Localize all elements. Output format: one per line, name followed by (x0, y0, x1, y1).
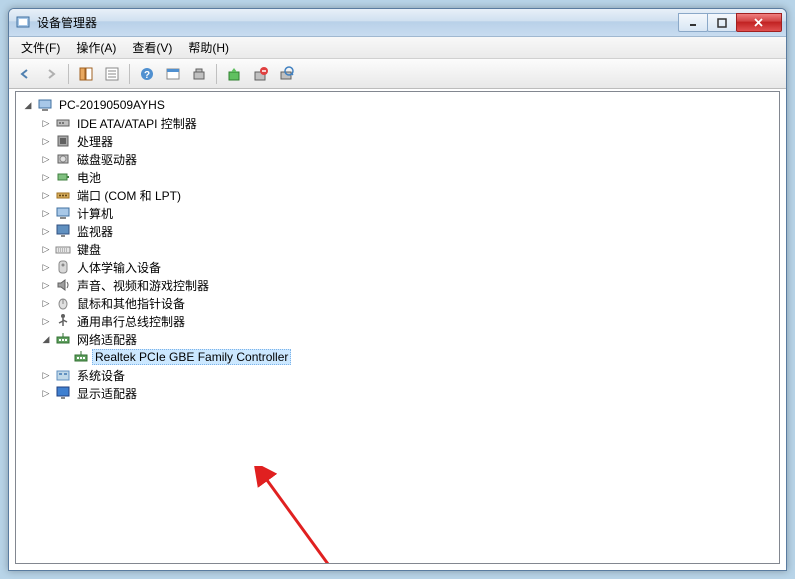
uninstall-button[interactable] (248, 62, 272, 86)
monitor-icon (55, 223, 71, 239)
tree-category[interactable]: ▷ 监视器 (18, 222, 777, 240)
forward-button[interactable] (39, 62, 63, 86)
tree-device-label: Realtek PCIe GBE Family Controller (92, 349, 291, 365)
tree-category-label: 处理器 (74, 133, 116, 150)
tree-category[interactable]: ▷ 端口 (COM 和 LPT) (18, 186, 777, 204)
expand-icon[interactable]: ▷ (38, 313, 54, 329)
menu-help[interactable]: 帮助(H) (180, 37, 237, 58)
tree-category[interactable]: ▷ IDE ATA/ATAPI 控制器 (18, 114, 777, 132)
tree-category[interactable]: ▷ 鼠标和其他指针设备 (18, 294, 777, 312)
system-icon (55, 367, 71, 383)
menubar: 文件(F) 操作(A) 查看(V) 帮助(H) (9, 37, 786, 59)
battery-icon (55, 169, 71, 185)
mouse-icon (55, 295, 71, 311)
expand-icon[interactable]: ▷ (38, 187, 54, 203)
window-icon (15, 15, 31, 31)
scan-hardware-button[interactable] (274, 62, 298, 86)
device-tree-panel[interactable]: ◢PC-20190509AYHS▷IDE ATA/ATAPI 控制器▷处理器▷磁… (15, 91, 780, 564)
toolbar-separator (68, 64, 69, 84)
tree-category-label: 声音、视频和游戏控制器 (74, 277, 212, 294)
properties-button[interactable] (100, 62, 124, 86)
expand-icon[interactable]: ◢ (38, 331, 54, 347)
tree-category[interactable]: ▷ 人体学输入设备 (18, 258, 777, 276)
tree-category[interactable]: ◢ 网络适配器 (18, 330, 777, 348)
tree-category[interactable]: ▷ 处理器 (18, 132, 777, 150)
action-button[interactable] (161, 62, 185, 86)
toolbar-separator (216, 64, 217, 84)
menu-file[interactable]: 文件(F) (13, 37, 68, 58)
tree-category[interactable]: ▷ 电池 (18, 168, 777, 186)
expand-icon[interactable]: ▷ (38, 205, 54, 221)
show-hide-tree-button[interactable] (74, 62, 98, 86)
cpu-icon (55, 133, 71, 149)
tree-category[interactable]: ▷ 系统设备 (18, 366, 777, 384)
device-manager-window: 设备管理器 文件(F) 操作(A) 查看(V) 帮助(H) ? (8, 8, 787, 571)
tree-category-label: 端口 (COM 和 LPT) (74, 187, 184, 204)
tree-category[interactable]: ▷ 键盘 (18, 240, 777, 258)
expand-icon[interactable]: ▷ (38, 277, 54, 293)
tree-category[interactable]: ▷ 声音、视频和游戏控制器 (18, 276, 777, 294)
display-icon (55, 385, 71, 401)
tree-category[interactable]: ▷ 计算机 (18, 204, 777, 222)
tree-category-label: 电池 (74, 169, 104, 186)
expand-icon[interactable]: ▷ (38, 151, 54, 167)
tree-category-label: 人体学输入设备 (74, 259, 164, 276)
titlebar[interactable]: 设备管理器 (9, 9, 786, 37)
tree-category-label: 监视器 (74, 223, 116, 240)
tree-category-label: 键盘 (74, 241, 104, 258)
tree-root-label: PC-20190509AYHS (56, 98, 168, 112)
sound-icon (55, 277, 71, 293)
tree-category[interactable]: ▷ 显示适配器 (18, 384, 777, 402)
tree-category[interactable]: ▷ 通用串行总线控制器 (18, 312, 777, 330)
computer-icon (55, 205, 71, 221)
tree-device[interactable]: Realtek PCIe GBE Family Controller (18, 348, 777, 366)
tree-category-label: 网络适配器 (74, 331, 140, 348)
computer-icon (37, 97, 53, 113)
tree-category-label: 系统设备 (74, 367, 128, 384)
toolbar-separator (129, 64, 130, 84)
tree-category-label: 显示适配器 (74, 385, 140, 402)
back-button[interactable] (13, 62, 37, 86)
expand-icon[interactable]: ▷ (38, 367, 54, 383)
expand-icon[interactable]: ▷ (38, 295, 54, 311)
expand-icon[interactable]: ▷ (38, 223, 54, 239)
maximize-button[interactable] (707, 13, 737, 32)
tree-category-label: IDE ATA/ATAPI 控制器 (74, 115, 200, 132)
collapse-icon[interactable]: ◢ (20, 97, 36, 113)
help-button[interactable]: ? (135, 62, 159, 86)
tree-category-label: 鼠标和其他指针设备 (74, 295, 188, 312)
tree-category-label: 通用串行总线控制器 (74, 313, 188, 330)
network-icon (73, 349, 89, 365)
scan-button[interactable] (187, 62, 211, 86)
tree-root[interactable]: ◢ PC-20190509AYHS (18, 96, 777, 114)
expand-icon[interactable]: ▷ (38, 133, 54, 149)
menu-action[interactable]: 操作(A) (68, 37, 124, 58)
window-controls (679, 13, 782, 32)
expand-icon[interactable]: ▷ (38, 241, 54, 257)
update-driver-button[interactable] (222, 62, 246, 86)
toolbar: ? (9, 59, 786, 89)
minimize-button[interactable] (678, 13, 708, 32)
port-icon (55, 187, 71, 203)
expand-icon[interactable]: ▷ (38, 385, 54, 401)
ide-icon (55, 115, 71, 131)
tree-category-label: 计算机 (74, 205, 116, 222)
usb-icon (55, 313, 71, 329)
arrow-annotation (254, 466, 454, 564)
disk-icon (55, 151, 71, 167)
expand-icon[interactable]: ▷ (38, 259, 54, 275)
menu-view[interactable]: 查看(V) (124, 37, 180, 58)
expand-icon[interactable]: ▷ (38, 169, 54, 185)
keyboard-icon (55, 241, 71, 257)
hid-icon (55, 259, 71, 275)
expand-icon[interactable]: ▷ (38, 115, 54, 131)
network-icon (55, 331, 71, 347)
close-button[interactable] (736, 13, 782, 32)
svg-text:?: ? (144, 70, 150, 81)
tree-category[interactable]: ▷ 磁盘驱动器 (18, 150, 777, 168)
tree-category-label: 磁盘驱动器 (74, 151, 140, 168)
window-title: 设备管理器 (37, 14, 679, 31)
